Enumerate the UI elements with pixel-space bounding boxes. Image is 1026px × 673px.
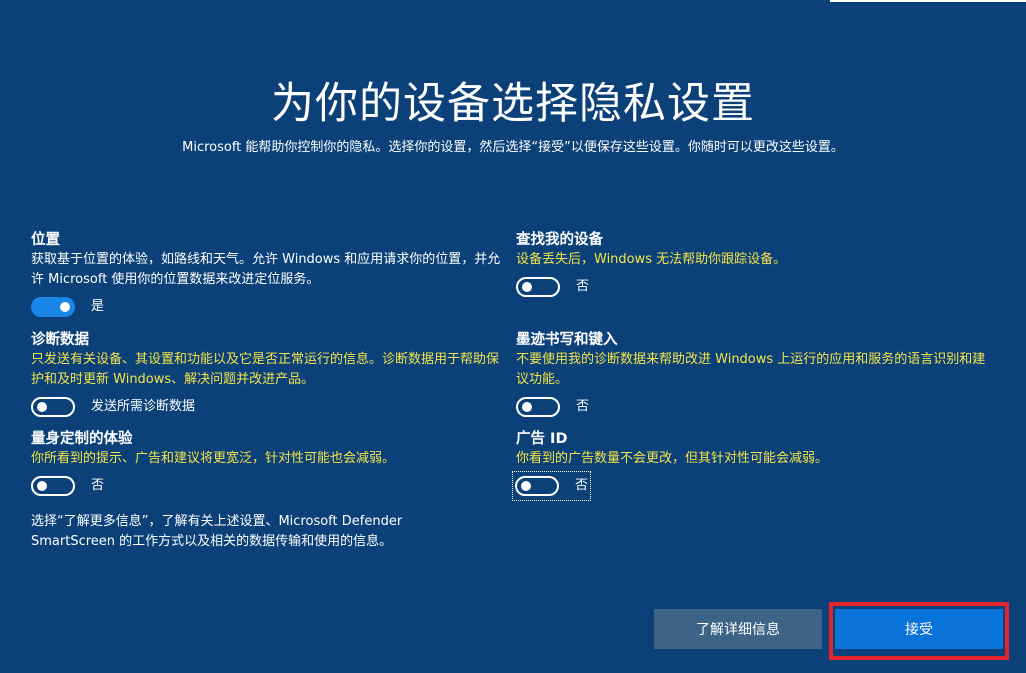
setting-title: 量身定制的体验 xyxy=(31,431,133,447)
toggle-knob xyxy=(37,481,47,491)
toggle-row: 否 xyxy=(516,396,986,418)
toggle-row: 否 xyxy=(511,471,986,501)
learn-more-button[interactable]: 了解详细信息 xyxy=(654,609,822,649)
toggle-state-label: 否 xyxy=(576,279,590,294)
accept-button[interactable]: 接受 xyxy=(835,609,1003,649)
tailored-experiences-toggle[interactable] xyxy=(31,476,75,496)
setting-title: 查找我的设备 xyxy=(516,232,603,248)
toggle-state-label: 否 xyxy=(575,478,589,493)
setting-title: 位置 xyxy=(31,232,60,248)
toggle-state-label: 是 xyxy=(91,299,105,314)
page-subtitle: Microsoft 能帮助你控制你的隐私。选择你的设置，然后选择“接受”以便保存… xyxy=(182,140,844,155)
toggle-row: 否 xyxy=(31,475,501,497)
toggle-knob xyxy=(37,402,47,412)
privacy-settings-page: 为你的设备选择隐私设置 Microsoft 能帮助你控制你的隐私。选择你的设置，… xyxy=(0,0,1026,673)
inking-typing-toggle[interactable] xyxy=(516,397,560,417)
setting-diagnostic-data: 诊断数据 只发送有关设备、其设置和功能以及它是否正常运行的信息。诊断数据用于帮助… xyxy=(31,330,501,418)
find-my-device-toggle[interactable] xyxy=(516,277,560,297)
learn-more-footnote: 选择“了解更多信息”，了解有关上述设置、Microsoft Defender S… xyxy=(31,514,403,549)
setting-tailored-experiences: 量身定制的体验 你所看到的提示、广告和建议将更宽泛，针对性可能也会减弱。 否 xyxy=(31,429,501,497)
toggle-row: 否 xyxy=(516,276,986,298)
setting-description: 设备丢失后，Windows 无法帮助你跟踪设备。 xyxy=(516,252,787,267)
setting-title: 诊断数据 xyxy=(31,332,89,348)
toggle-row: 发送所需诊断数据 xyxy=(31,396,501,418)
toggle-knob xyxy=(60,302,70,312)
toggle-state-label: 否 xyxy=(576,399,590,414)
toggle-state-label: 发送所需诊断数据 xyxy=(91,399,196,414)
setting-description: 获取基于位置的体验，如路线和天气。允许 Windows 和应用请求你的位置，并允… xyxy=(31,252,501,287)
setting-advertising-id: 广告 ID 你看到的广告数量不会更改，但其针对性可能会减弱。 否 xyxy=(511,429,986,501)
setting-description: 你所看到的提示、广告和建议将更宽泛，针对性可能也会减弱。 xyxy=(31,451,396,466)
page-title: 为你的设备选择隐私设置 xyxy=(271,79,755,129)
setting-title: 广告 ID xyxy=(516,431,568,447)
toggle-knob xyxy=(522,402,532,412)
diagnostic-data-toggle[interactable] xyxy=(31,397,75,417)
setting-title: 墨迹书写和键入 xyxy=(516,332,618,348)
window-top-edge xyxy=(830,0,1026,2)
location-toggle[interactable] xyxy=(31,297,75,317)
setting-description: 只发送有关设备、其设置和功能以及它是否正常运行的信息。诊断数据用于帮助保护和及时… xyxy=(31,352,500,387)
focus-indicator: 否 xyxy=(511,471,592,501)
setting-inking-typing: 墨迹书写和键入 不要使用我的诊断数据来帮助改进 Windows 上运行的应用和服… xyxy=(516,330,986,418)
toggle-row: 是 xyxy=(31,296,501,318)
toggle-knob xyxy=(521,481,531,491)
toggle-knob xyxy=(522,282,532,292)
setting-location: 位置 获取基于位置的体验，如路线和天气。允许 Windows 和应用请求你的位置… xyxy=(31,230,501,318)
setting-find-my-device: 查找我的设备 设备丢失后，Windows 无法帮助你跟踪设备。 否 xyxy=(516,230,986,298)
toggle-state-label: 否 xyxy=(91,478,105,493)
setting-description: 你看到的广告数量不会更改，但其针对性可能会减弱。 xyxy=(516,451,829,466)
setting-description: 不要使用我的诊断数据来帮助改进 Windows 上运行的应用和服务的语言识别和建… xyxy=(516,352,986,387)
advertising-id-toggle[interactable] xyxy=(515,476,559,496)
